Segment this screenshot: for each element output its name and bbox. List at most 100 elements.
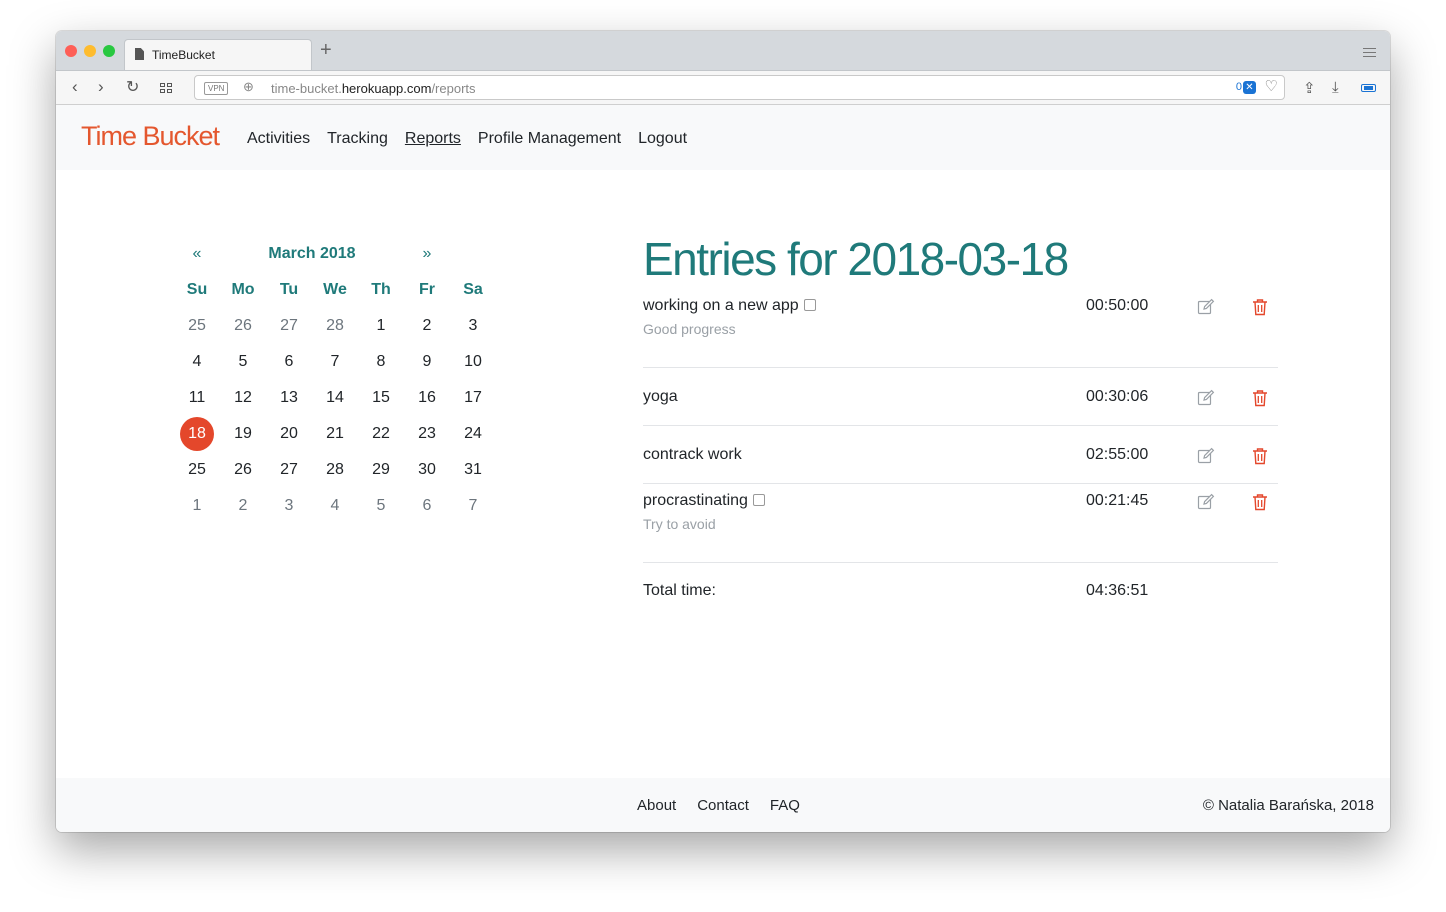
calendar-day[interactable]: 5 [220,344,266,380]
calendar-day[interactable]: 25 [174,452,220,488]
calendar-day[interactable]: 20 [266,416,312,452]
bookmark-heart-icon[interactable]: ♡ [1265,79,1278,95]
vpn-badge[interactable]: VPN [204,82,229,95]
edit-icon[interactable] [1197,298,1215,316]
edit-icon[interactable] [1197,447,1215,465]
calendar-day[interactable]: 2 [404,308,450,344]
edit-icon[interactable] [1197,389,1215,407]
nav-link-logout[interactable]: Logout [638,130,687,148]
calendar-day-number: 29 [372,461,390,478]
nav-link-activities[interactable]: Activities [247,130,310,148]
reload-icon[interactable]: ↻ [126,78,139,98]
weekday-label: Mo [231,281,255,298]
nav-links: Activities Tracking Reports Profile Managem… [247,130,704,148]
calendar-day[interactable]: 4 [174,344,220,380]
calendar-day[interactable]: 15 [358,380,404,416]
calendar-day[interactable]: 9 [404,344,450,380]
calendar-day-number: 25 [188,461,206,478]
entry-row: yoga 00:30:06 [643,368,1278,426]
nav-link-reports[interactable]: Reports [405,130,461,148]
calendar-day[interactable]: 16 [404,380,450,416]
adblock-icon[interactable]: ✕ [1243,81,1256,94]
calendar-day[interactable]: 6 [266,344,312,380]
calendar-day[interactable]: 29 [358,452,404,488]
brand-logo[interactable]: Time Bucket [81,121,220,152]
next-month-button[interactable]: » [404,236,450,272]
calendar-day[interactable]: 28 [312,308,358,344]
calendar-day[interactable]: 31 [450,452,496,488]
calendar-day-selected[interactable]: 18 [174,416,220,452]
calendar-day[interactable]: 30 [404,452,450,488]
calendar-day[interactable]: 28 [312,452,358,488]
footer-link-contact[interactable]: Contact [697,797,749,814]
calendar-day-number: 1 [376,317,386,334]
delete-icon[interactable] [1252,389,1268,407]
weekday-label: Th [371,281,391,298]
delete-icon[interactable] [1252,447,1268,465]
calendar-day[interactable]: 7 [450,488,496,524]
calendar-day-number: 15 [372,389,390,406]
url-text[interactable]: time-bucket.herokuapp.com/reports [271,81,476,96]
calendar-day[interactable]: 1 [358,308,404,344]
total-row: Total time: 04:36:51 [643,563,1278,619]
calendar-day[interactable]: 19 [220,416,266,452]
calendar-day[interactable]: 7 [312,344,358,380]
delete-icon[interactable] [1252,493,1268,511]
tab-menu-icon[interactable] [1363,48,1376,60]
calendar-day[interactable]: 1 [174,488,220,524]
calendar-day-number: 10 [464,353,482,370]
calendar-week: 25 26 27 28 29 30 31 [174,452,496,488]
back-icon[interactable]: ‹ [72,77,78,97]
footer-link-faq[interactable]: FAQ [770,797,800,814]
calendar-day[interactable]: 8 [358,344,404,380]
calendar-day[interactable]: 11 [174,380,220,416]
close-window-button[interactable] [65,45,77,57]
calendar-day[interactable]: 3 [450,308,496,344]
share-icon[interactable]: ⇪ [1303,79,1316,99]
calendar-day[interactable]: 12 [220,380,266,416]
calendar-day[interactable]: 5 [358,488,404,524]
address-bar[interactable]: VPN ⊕ time-bucket.herokuapp.com/reports … [194,75,1285,100]
calendar-day[interactable]: 26 [220,308,266,344]
calendar-day[interactable]: 13 [266,380,312,416]
battery-icon [1361,84,1376,92]
browser-window: TimeBucket + ‹ › ↻ VPN ⊕ time-bucket.her… [56,31,1390,832]
new-tab-button[interactable]: + [320,40,332,60]
calendar-day-number: 18 [188,425,206,442]
browser-toolbar: ‹ › ↻ VPN ⊕ time-bucket.herokuapp.com/re… [56,70,1390,105]
calendar-day[interactable]: 27 [266,308,312,344]
nav-link-tracking[interactable]: Tracking [327,130,388,148]
calendar-day[interactable]: 3 [266,488,312,524]
calendar-day[interactable]: 26 [220,452,266,488]
speed-dial-icon[interactable] [160,83,173,94]
calendar-week: 18 19 20 21 22 23 24 [174,416,496,452]
entry-activity-name: working on a new app [643,297,799,314]
calendar-day[interactable]: 17 [450,380,496,416]
calendar-day[interactable]: 23 [404,416,450,452]
calendar-day[interactable]: 25 [174,308,220,344]
entry-row: working on a new app Good progress 00:50:0… [643,289,1278,368]
browser-tab[interactable]: TimeBucket [124,39,312,70]
minimize-window-button[interactable] [84,45,96,57]
calendar-day[interactable]: 2 [220,488,266,524]
nav-link-profile-management[interactable]: Profile Management [478,130,621,148]
calendar-day[interactable]: 21 [312,416,358,452]
download-icon[interactable]: ⤓ [1332,78,1339,98]
edit-icon[interactable] [1197,493,1215,511]
calendar-day[interactable]: 10 [450,344,496,380]
entry-row: contrack work 02:55:00 [643,426,1278,484]
calendar-day[interactable]: 22 [358,416,404,452]
calendar-day[interactable]: 24 [450,416,496,452]
footer-link-about[interactable]: About [637,797,676,814]
calendar-day[interactable]: 4 [312,488,358,524]
delete-icon[interactable] [1252,298,1268,316]
forward-icon[interactable]: › [98,77,104,97]
prev-month-button[interactable]: « [174,236,220,272]
calendar-day-number: 5 [376,497,386,514]
calendar-day[interactable]: 27 [266,452,312,488]
calendar-day[interactable]: 14 [312,380,358,416]
calendar-day-number: 21 [326,425,344,442]
calendar-day-number: 4 [330,497,340,514]
calendar-day[interactable]: 6 [404,488,450,524]
maximize-window-button[interactable] [103,45,115,57]
